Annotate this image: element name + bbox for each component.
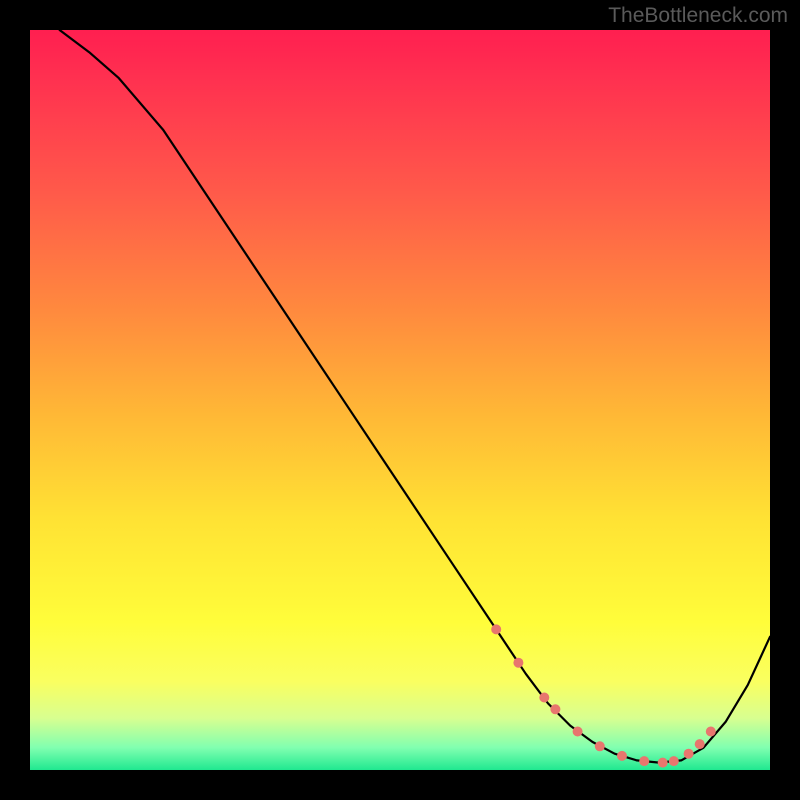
gradient-background xyxy=(30,30,770,770)
watermark-text: TheBottleneck.com xyxy=(608,4,788,28)
plot-area xyxy=(30,30,770,770)
